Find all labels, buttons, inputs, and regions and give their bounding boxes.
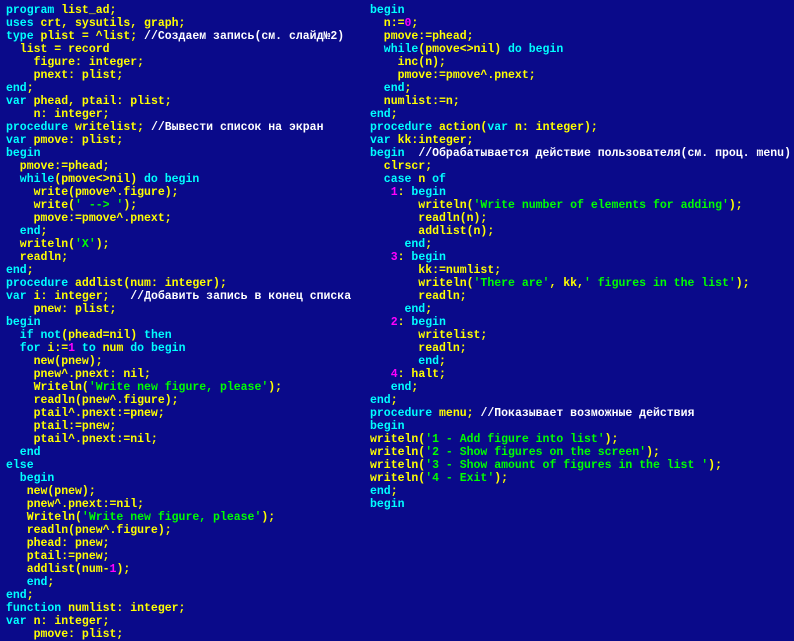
code-column-right: begin n:=0; pmove:=phead; while(pmove<>n… <box>370 4 790 511</box>
code-column-left: program list_ad; uses crt, sysutils, gra… <box>6 4 386 641</box>
code-right: begin n:=0; pmove:=phead; while(pmove<>n… <box>370 4 790 511</box>
code-left: program list_ad; uses crt, sysutils, gra… <box>6 4 386 641</box>
